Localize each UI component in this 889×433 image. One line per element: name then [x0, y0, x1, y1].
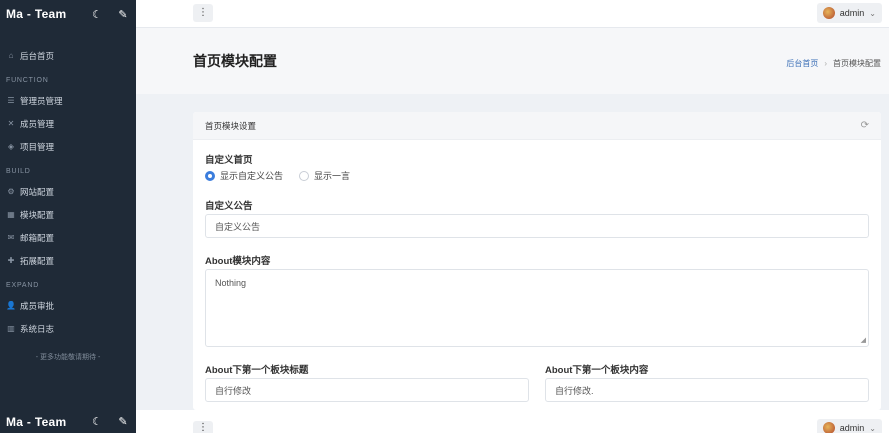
sidebar-item-system-log[interactable]: ▥ 系统日志	[0, 317, 136, 340]
avatar	[822, 422, 835, 433]
username: admin	[839, 8, 865, 18]
home-radio-group: 显示自定义公告 显示一言	[205, 169, 350, 182]
layers-icon: ◈	[7, 142, 15, 151]
sidebar-item-admin[interactable]: ☰ 管理员管理	[0, 89, 136, 112]
sidebar-item-extend-config[interactable]: ✚ 拓展配置	[0, 249, 136, 272]
about-textarea-value: Nothing	[215, 278, 247, 288]
avatar	[822, 7, 835, 19]
page-header: 首页模块配置 后台首页 › 首页模块配置	[136, 28, 889, 94]
page-title: 首页模块配置	[193, 53, 277, 69]
radio-label: 显示自定义公告	[220, 171, 284, 181]
section-heading-expand: EXPAND	[6, 282, 40, 289]
sidebar-item-label: 成员管理	[20, 118, 55, 129]
sidebar-item-site-config[interactable]: ⚙ 网站配置	[0, 180, 136, 203]
sidebar-nav: ⌂ 后台首页 FUNCTION ☰ 管理员管理 ✕ 成员管理 ◈ 项目管理 BU…	[0, 44, 136, 362]
sidebar: Ma - Team ☾ ✎ ⌂ 后台首页 FUNCTION ☰ 管理员管理 ✕ …	[0, 0, 136, 410]
user-menu-button[interactable]: admin ⌄	[816, 3, 882, 23]
radio-show-hitokoto[interactable]: 显示一言	[299, 169, 350, 182]
app-title[interactable]: Ma - Team	[6, 7, 67, 21]
tools-icon: ✕	[7, 119, 15, 128]
sidebar-item-label: 系统日志	[20, 323, 55, 334]
breadcrumb: 后台首页 › 首页模块配置	[786, 58, 881, 69]
notice-label: 自定义公告	[205, 201, 253, 212]
bottom-brand-bar: Ma - Team ☾ ✎	[0, 410, 136, 433]
sidebar-item-label: 邮箱配置	[20, 232, 55, 243]
dots-vertical-icon[interactable]: ⋮	[193, 421, 213, 433]
sidebar-item-label: 后台首页	[20, 50, 55, 61]
sidebar-item-label: 网站配置	[20, 186, 55, 197]
box-icon: ▦	[7, 210, 15, 219]
puzzle-icon: ✚	[7, 256, 15, 265]
app-title: Ma - Team	[6, 414, 67, 429]
sidebar-item-label: 项目管理	[20, 141, 55, 152]
about-next-content-label: About下第一个板块内容	[545, 365, 649, 376]
sidebar-item-label: 拓展配置	[20, 255, 55, 266]
sidebar-item-member-approval[interactable]: 👤 成员审批	[0, 294, 136, 317]
sidebar-item-label: 管理员管理	[20, 95, 63, 106]
about-label: About模块内容	[205, 256, 271, 267]
sidebar-item-module-config[interactable]: ▦ 模块配置	[0, 203, 136, 226]
cogs-icon: ⚙	[7, 187, 15, 196]
user-menu-button[interactable]: admin ⌄	[816, 419, 882, 433]
mail-icon: ✉	[7, 233, 15, 242]
card-header: 首页模块设置 ⟳	[193, 112, 881, 140]
sidebar-item-mail-config[interactable]: ✉ 邮箱配置	[0, 226, 136, 249]
about-next-content-input[interactable]: 自行修改.	[545, 378, 869, 402]
breadcrumb-current: 首页模块配置	[833, 59, 881, 68]
pencil-icon[interactable]: ✎	[116, 8, 130, 21]
resize-handle-icon[interactable]: ◢	[861, 336, 866, 344]
sidebar-item-label: 模块配置	[20, 209, 55, 220]
refresh-icon[interactable]: ⟳	[861, 120, 869, 131]
list-icon: ☰	[7, 96, 15, 105]
module-settings-card: 首页模块设置 ⟳ 自定义首页 显示自定义公告 显示一言 自定义公告 自定义公告 …	[193, 112, 881, 410]
sidebar-item-projects[interactable]: ◈ 项目管理	[0, 135, 136, 158]
home-label: 自定义首页	[205, 155, 253, 166]
username: admin	[839, 423, 865, 433]
chevron-down-icon: ⌄	[869, 8, 876, 18]
chevron-down-icon: ⌄	[869, 423, 876, 433]
about-next-title-label: About下第一个板块标题	[205, 365, 309, 376]
sidebar-item-members[interactable]: ✕ 成员管理	[0, 112, 136, 135]
section-heading-build: BUILD	[6, 168, 31, 175]
notice-input[interactable]: 自定义公告	[205, 214, 869, 238]
home-icon: ⌂	[8, 51, 14, 60]
sidebar-item-home[interactable]: ⌂ 后台首页	[0, 44, 136, 67]
section-heading-function: FUNCTION	[6, 77, 49, 84]
pencil-icon[interactable]: ✎	[116, 415, 130, 428]
card-title: 首页模块设置	[205, 120, 257, 131]
sidebar-item-label: 成员审批	[20, 300, 55, 311]
moon-icon[interactable]: ☾	[90, 8, 104, 21]
user-plus-icon: 👤	[6, 301, 16, 310]
top-header: ⋮ admin ⌄	[136, 0, 889, 28]
radio-checked-icon	[205, 170, 215, 181]
radio-label: 显示一言	[314, 171, 351, 181]
about-textarea[interactable]: Nothing ◢	[205, 269, 869, 347]
radio-show-notice[interactable]: 显示自定义公告	[205, 169, 283, 182]
breadcrumb-home-link[interactable]: 后台首页	[786, 58, 818, 69]
chart-icon: ▥	[7, 324, 15, 333]
bottom-header-strip: Ma - Team ☾ ✎ ⋮ admin ⌄	[0, 410, 889, 433]
moon-icon[interactable]: ☾	[90, 415, 104, 428]
dots-vertical-icon[interactable]: ⋮	[193, 4, 213, 22]
sidebar-footer-note: - 更多功能敬请期待 -	[35, 354, 101, 361]
chevron-right-icon: ›	[824, 59, 827, 68]
brand-bar: Ma - Team ☾ ✎	[0, 0, 136, 28]
about-next-title-input[interactable]: 自行修改	[205, 378, 529, 402]
radio-unchecked-icon	[299, 170, 310, 181]
